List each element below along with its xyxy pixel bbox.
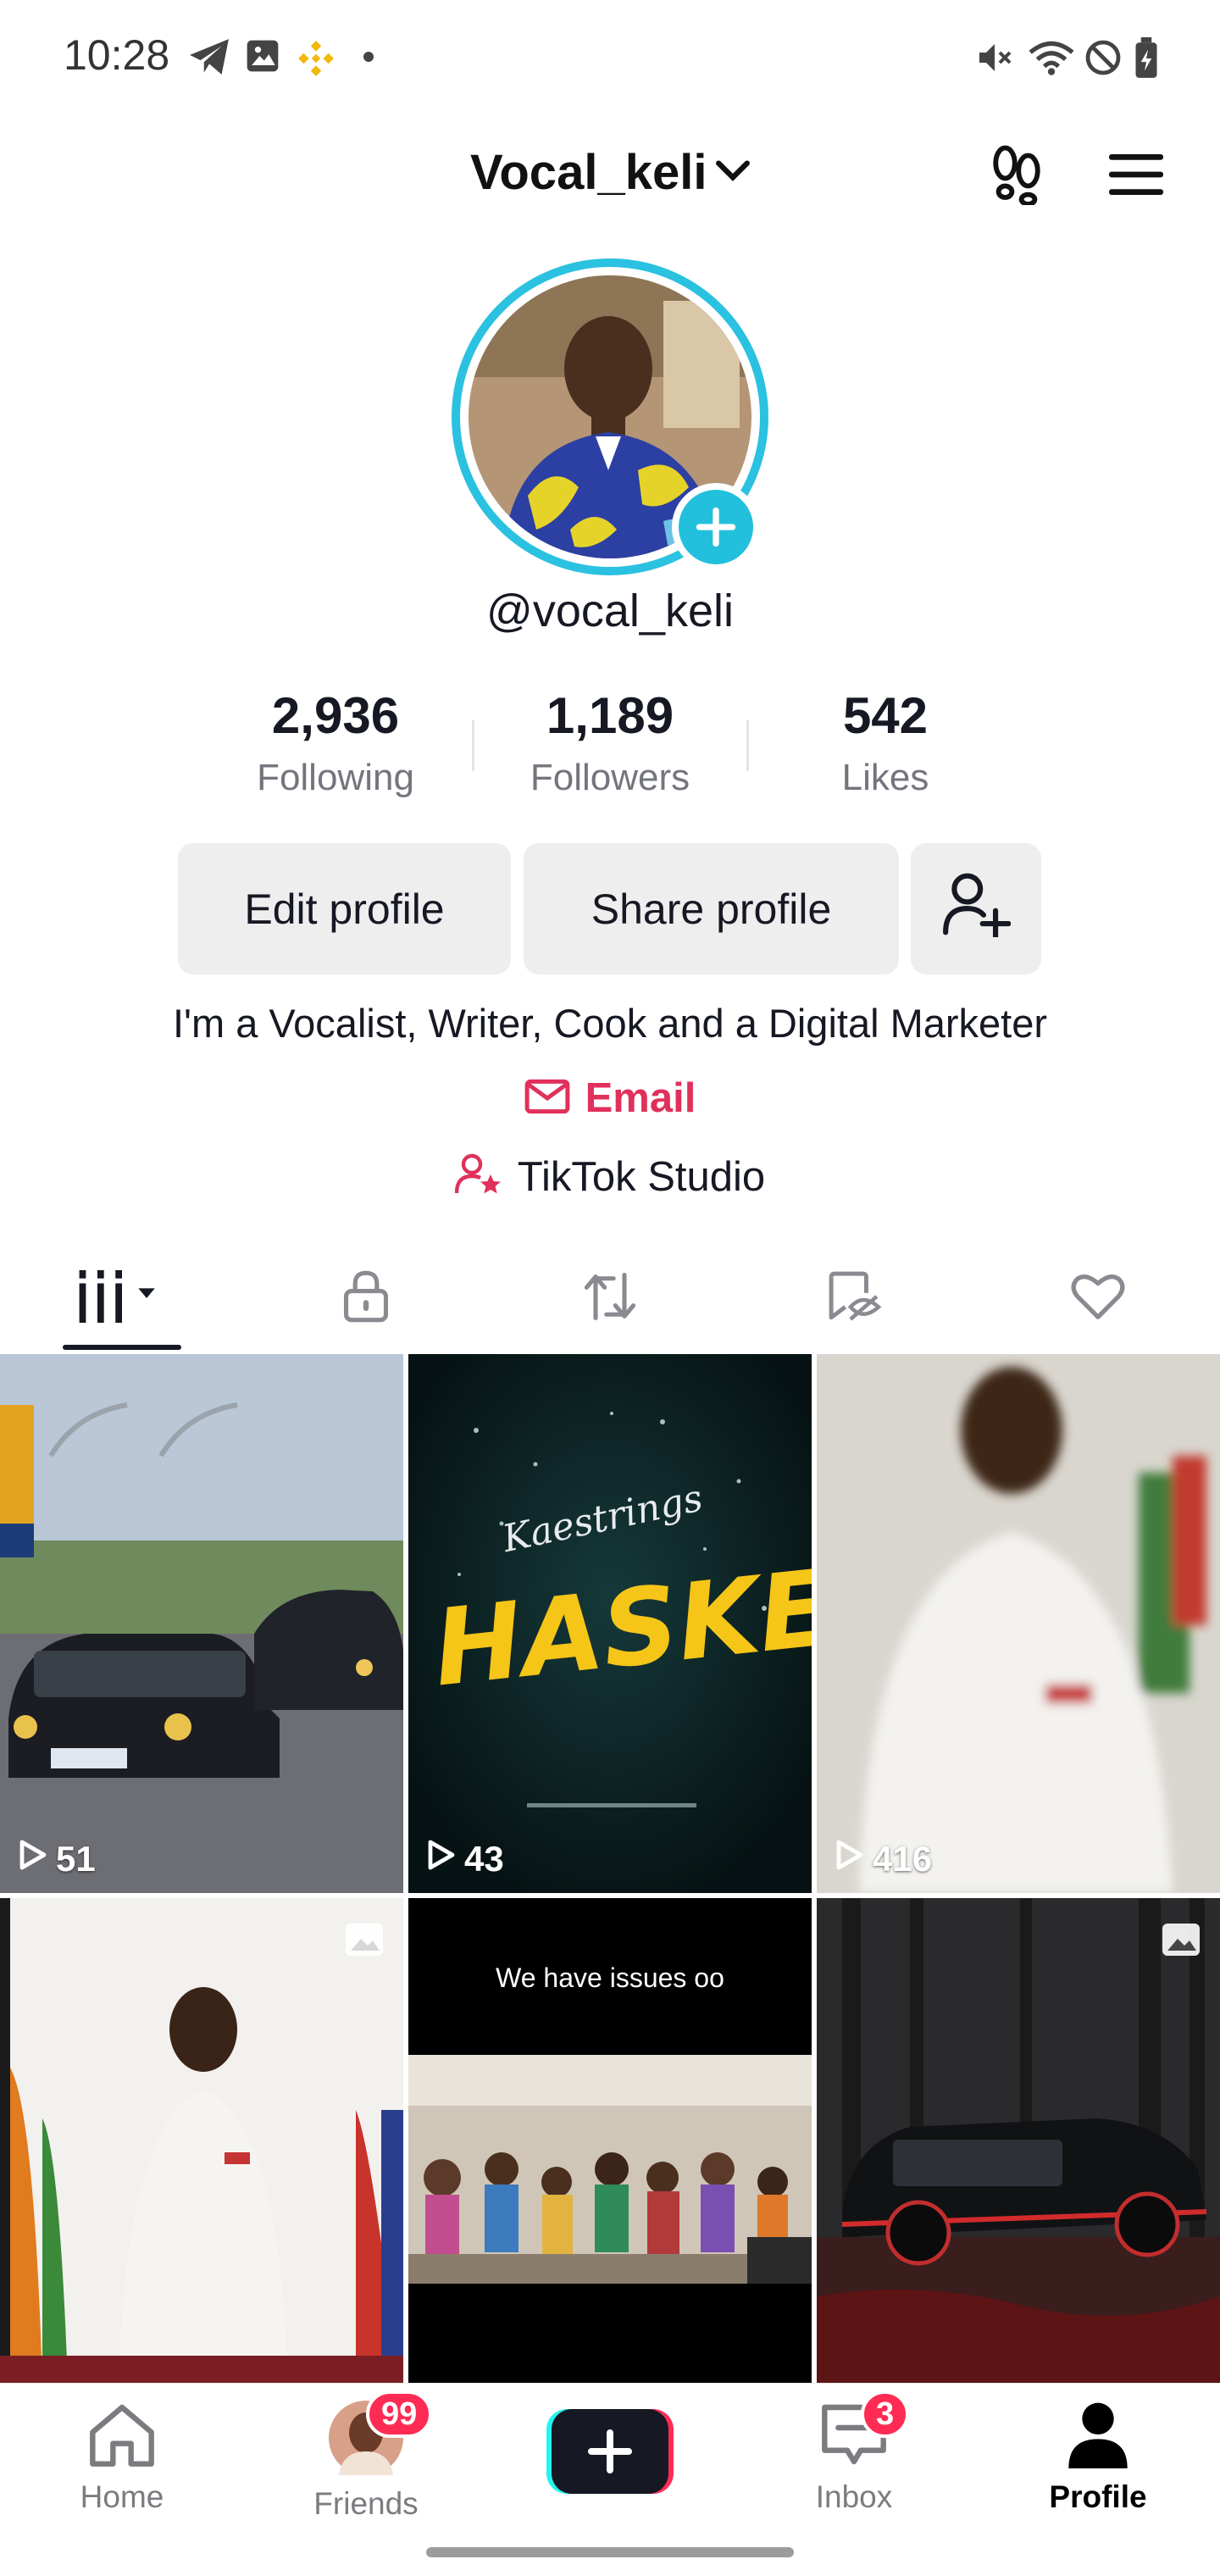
tiktok-studio-link[interactable]: TikTok Studio [0,1152,1220,1201]
likes-label: Likes [841,757,929,798]
add-person-icon [941,871,1012,947]
profile-bio: I'm a Vocalist, Writer, Cook and a Digit… [172,1001,1048,1046]
view-count-value: 416 [873,1839,933,1879]
wifi-icon [1027,37,1076,82]
view-count-value: 51 [56,1839,96,1879]
photo-thumbnail[interactable] [817,1898,1220,2383]
username-title: Vocal_keli [470,145,707,200]
stat-following[interactable]: 2,936 Following [225,686,446,799]
followers-count: 1,189 [546,687,674,744]
nav-home-label: Home [80,2479,164,2514]
inbox-badge: 3 [861,2390,910,2438]
tab-videos[interactable] [0,1246,244,1352]
binance-icon [295,37,337,84]
car-scene-image [0,1354,403,1893]
stat-followers[interactable]: 1,189 Followers [500,686,720,799]
share-profile-label: Share profile [591,885,832,933]
likes-count: 542 [842,687,929,744]
friends-badge: 99 [366,2390,433,2438]
stat-divider [472,720,474,771]
profile-header: Vocal_keli [0,127,1220,220]
share-profile-button[interactable]: Share profile [524,843,899,974]
lock-icon [340,1269,392,1328]
edit-profile-button[interactable]: Edit profile [178,843,511,974]
status-time: 10:28 [64,31,170,79]
profile-person-icon [1062,2401,1134,2473]
tab-private[interactable] [244,1246,488,1352]
stat-likes[interactable]: 542 Likes [775,686,995,799]
man-with-flags-image [0,1898,403,2383]
man-white-outfit-image [817,1354,1220,1893]
stat-divider [746,720,749,771]
active-tab-indicator [63,1345,181,1350]
nav-inbox[interactable]: Inbox [732,2401,976,2515]
play-icon [835,1839,864,1879]
telegram-icon [188,37,230,80]
play-icon [427,1839,456,1879]
footprints-icon[interactable] [987,144,1046,209]
profile-handle: @vocal_keli [486,586,734,636]
email-link[interactable]: Email [0,1074,1220,1122]
issues-caption: We have issues oo [496,1963,724,1993]
chevron-down-icon [715,158,751,187]
video-thumbnail[interactable]: 51 [0,1354,403,1893]
video-thumbnail[interactable]: 416 [817,1354,1220,1893]
create-button[interactable] [488,2409,732,2498]
tiktok-studio-label: TikTok Studio [517,1153,766,1200]
mute-icon [974,37,1015,82]
following-count: 2,936 [271,687,400,744]
status-bar: 10:28 [0,0,1220,114]
create-plus-icon [546,2409,674,2498]
add-friend-button[interactable] [911,843,1041,974]
nav-profile-label: Profile [1049,2479,1147,2514]
add-story-button[interactable] [672,483,760,571]
heart-icon [1070,1272,1126,1325]
profile-tabs [0,1246,1220,1352]
following-label: Following [257,757,414,798]
home-indicator[interactable] [426,2547,794,2557]
photo-icon [344,1922,385,1962]
nav-profile[interactable]: Profile [976,2401,1220,2515]
view-count: 43 [427,1839,504,1879]
battery-icon [1134,37,1159,84]
grid-videos-icon [75,1270,169,1327]
photo-thumbnail[interactable] [0,1898,403,2383]
bookmark-hidden-icon [825,1270,883,1327]
repost-icon [581,1269,639,1328]
haske-artwork: Kaestrings HASKE [408,1354,812,1893]
tab-reposts[interactable] [488,1246,732,1352]
photo-icon [1161,1922,1201,1962]
do-not-disturb-icon [1083,37,1123,82]
view-count-value: 43 [464,1839,504,1879]
gallery-icon [244,37,281,79]
creator-star-icon [454,1152,502,1201]
video-thumbnail[interactable]: We have issues oo [408,1898,812,2383]
tab-favorites[interactable] [732,1246,976,1352]
nav-home[interactable]: Home [0,2401,244,2515]
account-switcher[interactable]: Vocal_keli [470,144,751,201]
tab-liked[interactable] [976,1246,1220,1352]
email-label: Email [585,1075,696,1121]
followers-label: Followers [530,757,690,798]
suv-forest-image [817,1898,1220,2383]
video-thumbnail[interactable]: Kaestrings HASKE 43 [408,1354,812,1893]
nav-inbox-label: Inbox [815,2479,893,2514]
edit-profile-label: Edit profile [244,885,445,933]
menu-icon[interactable] [1106,151,1167,203]
view-count: 416 [835,1839,932,1879]
play-icon [19,1839,47,1879]
view-count: 51 [19,1839,96,1879]
mail-icon [524,1079,570,1119]
home-icon [86,2401,158,2473]
nav-friends-label: Friends [313,2486,419,2521]
notification-dot-icon [363,51,374,67]
crowd-event-image: We have issues oo [408,1898,812,2383]
